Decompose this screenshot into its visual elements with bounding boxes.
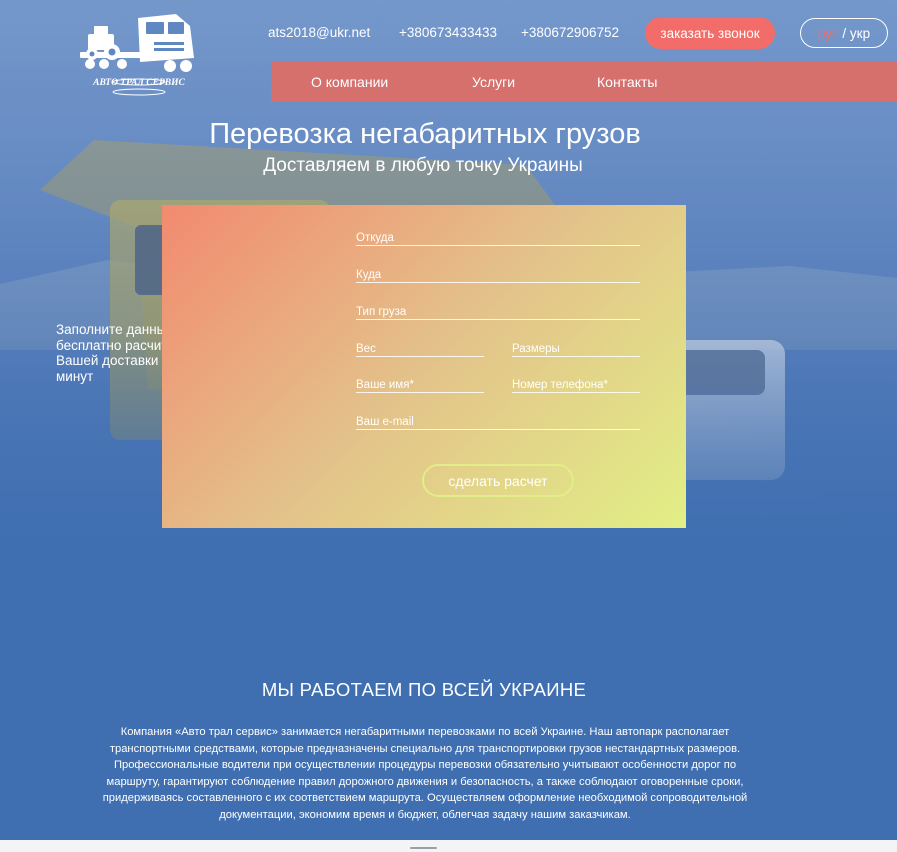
name-input[interactable]: Ваше имя* xyxy=(356,379,484,393)
nav-item-about[interactable]: О компании xyxy=(311,74,388,90)
lang-ua[interactable]: укр xyxy=(850,26,870,41)
nav-item-services[interactable]: Услуги xyxy=(472,74,515,90)
language-switcher[interactable]: рус / укр xyxy=(800,18,888,48)
header-phone-2[interactable]: +380672906752 xyxy=(521,25,619,40)
lang-ru[interactable]: рус xyxy=(818,26,839,41)
hero-subtitle: Доставляем в любую точку Украины xyxy=(263,155,583,176)
weight-input[interactable]: Вес xyxy=(356,343,484,357)
nav-item-contacts[interactable]: Контакты xyxy=(597,74,657,90)
logo-text: АВТО ТРАЛ СЕРВИС xyxy=(93,78,185,88)
header-phone-1[interactable]: +380673433433 xyxy=(399,25,497,40)
scroll-handle[interactable] xyxy=(410,847,437,849)
section-title: МЫ РАБОТАЕМ ПО ВСЕЙ УКРАИНЕ xyxy=(261,679,587,700)
main-nav: О компании Услуги Контакты xyxy=(271,62,897,101)
lang-separator: / xyxy=(838,25,850,41)
calculate-button[interactable]: сделать расчет xyxy=(422,464,574,497)
hero-title: Перевозка негабаритных грузов xyxy=(209,118,641,150)
bottom-scroll-bar xyxy=(0,840,897,852)
to-input[interactable]: Куда xyxy=(356,269,640,283)
phone-input[interactable]: Номер телефона* xyxy=(512,379,640,393)
cargo-type-input[interactable]: Тип груза xyxy=(356,306,640,320)
section-text: Компания «Авто трал сервис» занимается н… xyxy=(102,726,748,821)
header-email[interactable]: ats2018@ukr.net xyxy=(268,25,370,40)
email-input[interactable]: Ваш e-mail xyxy=(356,416,640,430)
order-call-button[interactable]: заказать звонок xyxy=(645,17,775,49)
dimensions-input[interactable]: Размеры xyxy=(512,343,640,357)
from-input[interactable]: Откуда xyxy=(356,232,640,246)
